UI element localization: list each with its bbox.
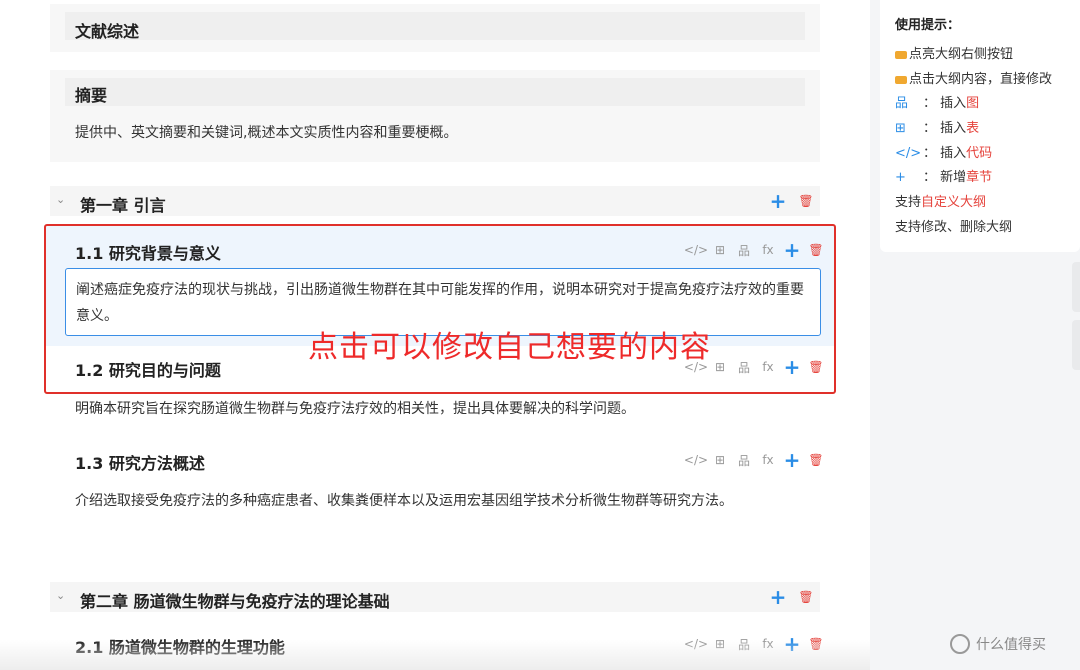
tip-line-4-text: ： 插入 [923, 121, 967, 136]
table-icon[interactable]: ⊞ [710, 450, 730, 470]
tip-line-3: 品 ： 插入图 [895, 92, 979, 111]
table-icon: ⊞ [895, 121, 906, 136]
abstract-section[interactable]: 摘要 提供中、英文摘要和关键词,概述本文实质性内容和重要梗概。 [50, 70, 820, 162]
tip-line-1: 点亮大纲右侧按钮 [895, 43, 1013, 62]
tip-line-7: 支持自定义大纲 [895, 191, 986, 210]
abstract-bar [65, 78, 805, 106]
pointing-hand-icon [895, 75, 907, 84]
side-tab[interactable] [1072, 320, 1080, 370]
add-section-icon[interactable]: + [768, 191, 788, 211]
add-icon[interactable]: + [782, 450, 802, 470]
chevron-down-icon[interactable]: ⌄ [56, 193, 65, 206]
trash-icon[interactable]: 🗑 [796, 587, 816, 607]
section-1-3-actions: </> ⊞ 品 fx + 🗑 [684, 450, 826, 470]
tip-line-7-highlight: 自定义大纲 [921, 195, 987, 210]
side-tab[interactable] [1072, 262, 1080, 312]
tip-line-3-text: ： 插入 [923, 96, 967, 111]
annotation-frame [44, 224, 836, 394]
chapter-1-header[interactable]: ⌄ 第一章 引言 + 🗑 [50, 186, 820, 216]
tip-line-1-text: 点亮大纲右侧按钮 [909, 47, 1014, 62]
chapter-1-title[interactable]: 第一章 引言 [80, 192, 166, 216]
section-1-2-body[interactable]: 明确本研究旨在探究肠道微生物群与免疫疗法疗效的相关性，提出具体要解决的科学问题。 [75, 396, 810, 422]
usage-tips-panel: 使用提示： 点亮大纲右侧按钮 点击大纲内容，直接修改 品： 插入图 ⊞： 插入表… [880, 0, 1080, 252]
plus-icon: + [895, 170, 906, 185]
tip-line-5-highlight: 代码 [966, 146, 993, 161]
lit-review-title[interactable]: 文献综述 [75, 18, 139, 42]
tip-line-6: + ： 新增章节 [895, 166, 992, 185]
code-icon: </> [895, 146, 922, 161]
tip-line-8-text: 支持修改、删除大纲 [895, 220, 1013, 235]
tip-line-4-highlight: 表 [966, 121, 980, 136]
lit-review-section[interactable]: 文献综述 [50, 4, 820, 52]
tip-line-8: 支持修改、删除大纲 [895, 216, 1012, 235]
watermark: 什么值得买 [950, 634, 1046, 654]
pointing-hand-icon [895, 50, 907, 59]
annotation-text: 点击可以修改自己想要的内容 [308, 330, 711, 365]
tip-line-3-highlight: 图 [966, 96, 980, 111]
chapter-2-header[interactable]: ⌄ 第二章 肠道微生物群与免疫疗法的理论基础 + 🗑 [50, 582, 820, 612]
tip-line-2: 点击大纲内容，直接修改 [895, 68, 1052, 87]
tips-title: 使用提示： [895, 18, 961, 33]
abstract-title[interactable]: 摘要 [75, 82, 107, 106]
chapter-2-actions: + 🗑 [768, 587, 816, 607]
trash-icon[interactable]: 🗑 [796, 191, 816, 211]
code-icon[interactable]: </> [684, 450, 708, 470]
bottom-fade [0, 640, 870, 670]
chevron-down-icon[interactable]: ⌄ [56, 589, 65, 602]
trash-icon[interactable]: 🗑 [806, 450, 826, 470]
tip-line-6-text: ： 新增 [923, 170, 967, 185]
diagram-icon[interactable]: 品 [734, 450, 754, 470]
chapter-2-title[interactable]: 第二章 肠道微生物群与免疫疗法的理论基础 [80, 588, 390, 612]
section-1-3-body[interactable]: 介绍选取接受免疫疗法的多种癌症患者、收集粪便样本以及运用宏基因组学技术分析微生物… [75, 488, 810, 514]
watermark-logo-icon [950, 634, 970, 654]
tip-line-6-highlight: 章节 [966, 170, 993, 185]
tip-line-5-text: ： 插入 [923, 146, 967, 161]
chapter-1-actions: + 🗑 [768, 191, 816, 211]
tip-line-4: ⊞ ： 插入表 [895, 117, 979, 136]
tip-line-2-text: 点击大纲内容，直接修改 [909, 72, 1053, 87]
watermark-text: 什么值得买 [976, 637, 1046, 653]
abstract-body[interactable]: 提供中、英文摘要和关键词,概述本文实质性内容和重要梗概。 [75, 122, 457, 142]
tip-line-5: </>： 插入代码 [895, 142, 992, 161]
diagram-icon: 品 [895, 96, 909, 111]
add-section-icon[interactable]: + [768, 587, 788, 607]
formula-icon[interactable]: fx [758, 450, 778, 470]
tip-line-7-text: 支持 [895, 195, 922, 210]
section-1-3-title[interactable]: 1.3 研究方法概述 [75, 450, 205, 474]
lit-review-bar [65, 12, 805, 40]
